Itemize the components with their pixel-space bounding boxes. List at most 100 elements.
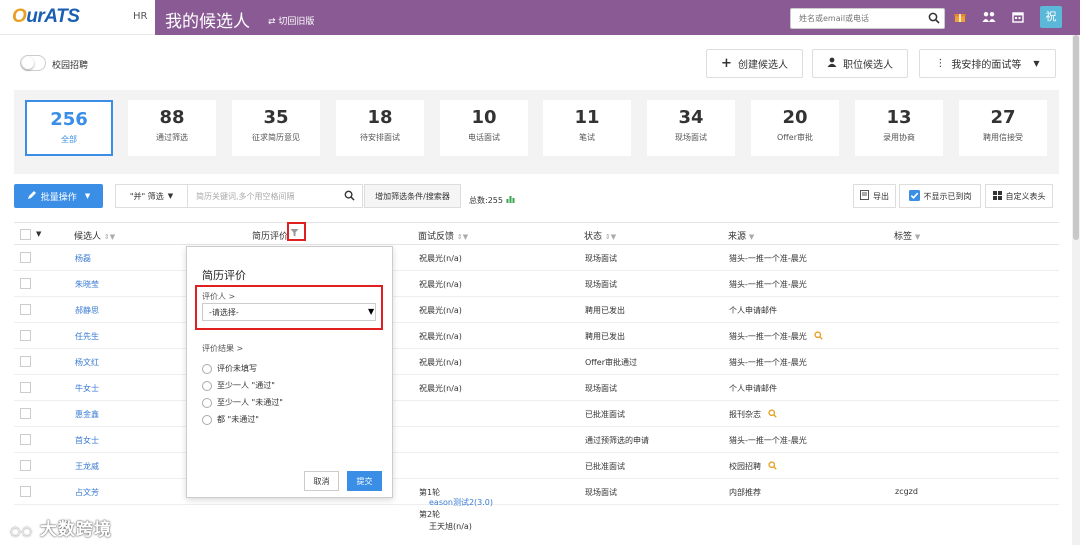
row-checkbox[interactable] [20, 408, 31, 419]
hide-onboard-checkbox[interactable]: 不显示已到岗 [899, 184, 981, 208]
row-checkbox[interactable] [20, 356, 31, 367]
sort-filter-icon[interactable]: ⇕▼ [605, 233, 616, 241]
search-icon[interactable] [344, 190, 355, 204]
row-checkbox[interactable] [20, 278, 31, 289]
scrollbar-thumb[interactable] [1073, 35, 1079, 240]
col-resume-review[interactable]: 简历评价 [252, 229, 288, 242]
col-tags[interactable]: 标签 ▼ [894, 229, 920, 242]
sort-filter-icon[interactable]: ⇕▼ [104, 233, 115, 241]
add-filter-button[interactable]: 增加筛选条件/搜索器 [364, 184, 461, 208]
result-option-radio[interactable]: 至少一人 "未通过" [202, 397, 283, 408]
group-icon[interactable] [982, 11, 996, 26]
status-text: Offer审批通过 [585, 358, 638, 367]
calendar-icon[interactable] [1012, 11, 1024, 26]
col-candidate[interactable]: 候选人 ⇕▼ [74, 229, 115, 242]
result-option-label: 都 "未通过" [217, 415, 259, 424]
export-button[interactable]: 导出 [853, 184, 896, 208]
row-checkbox[interactable] [20, 382, 31, 393]
job-candidates-label: 职位候选人 [843, 60, 893, 71]
stat-card[interactable]: 27 聘用信接受 [959, 100, 1047, 156]
create-candidate-button[interactable]: + 创建候选人 [706, 49, 803, 78]
candidate-name-link[interactable]: 牛女士 [75, 383, 99, 394]
candidate-name-link[interactable]: 王龙威 [75, 461, 99, 472]
highlight-reviewer-box [195, 285, 383, 330]
page-scrollbar[interactable] [1072, 35, 1080, 545]
result-option-radio[interactable]: 至少一人 "通过" [202, 380, 275, 391]
row-checkbox[interactable] [20, 330, 31, 341]
job-candidates-button[interactable]: 职位候选人 [812, 49, 908, 78]
row-checkbox[interactable] [20, 252, 31, 263]
result-option-radio[interactable]: 都 "未通过" [202, 414, 259, 425]
col-interview-feedback-label: 面试反馈 [418, 232, 455, 242]
stat-card[interactable]: 20 Offer审批 [751, 100, 839, 156]
my-interviews-dropdown[interactable]: ⋮ 我安排的面试等 ▼ [919, 49, 1056, 78]
table-row[interactable]: 牛女士 祝晨光(n/a) 现场面试 个人申请邮件 [14, 375, 1059, 401]
row10-round2: 第2轮 [419, 510, 441, 519]
switch-old-version-link[interactable]: ⇄ 切回旧版 [268, 14, 314, 27]
col-interview-feedback[interactable]: 面试反馈 ⇕▼ [418, 229, 468, 242]
search-icon[interactable] [928, 12, 940, 27]
stat-label: 通过筛选 [156, 133, 188, 142]
stat-count: 27 [990, 107, 1016, 128]
candidate-name-link[interactable]: 任先生 [75, 331, 99, 342]
col-status[interactable]: 状态 ⇕▼ [584, 229, 616, 242]
stat-card[interactable]: 13 录用协商 [855, 100, 943, 156]
logo[interactable]: OurATS [12, 6, 80, 28]
popup-title: 简历评价 [202, 269, 246, 282]
candidate-name-link[interactable]: 郝静思 [75, 305, 99, 316]
custom-columns-button[interactable]: 自定义表头 [985, 184, 1053, 208]
bulk-actions-button[interactable]: 批量操作 ▼ [14, 184, 103, 208]
table-row[interactable]: 杨磊 祝晨光(n/a) 现场面试 猎头-一推一个准-晨光 [14, 245, 1059, 271]
row-checkbox[interactable] [20, 304, 31, 315]
campus-toggle[interactable] [20, 55, 46, 71]
table-row[interactable]: 惠金鑫 已批准面试 报刊杂志 [14, 401, 1059, 427]
stat-count: 10 [471, 107, 497, 128]
stat-card[interactable]: 35 征求简历意见 [232, 100, 320, 156]
col-candidate-label: 候选人 [74, 232, 102, 242]
caret-down-icon[interactable]: ▼ [36, 230, 41, 238]
table-row[interactable]: 任先生 祝晨光(n/a) 聘用已发出 猎头-一推一个准-晨光 [14, 323, 1059, 349]
row-checkbox[interactable] [20, 460, 31, 471]
stat-card[interactable]: 34 现场面试 [647, 100, 735, 156]
gift-icon[interactable] [954, 11, 966, 26]
search-icon[interactable] [768, 409, 777, 421]
keyword-search-input[interactable]: 简历关键词,多个用空格间隔 [196, 191, 295, 202]
candidate-name-link[interactable]: 首女士 [75, 435, 99, 446]
candidate-name-link[interactable]: 朱晓莹 [75, 279, 99, 290]
candidate-name-link[interactable]: 占文芳 [75, 487, 99, 498]
filter-mode-select[interactable]: "并" 筛选 ▼ [116, 185, 188, 207]
stat-card[interactable]: 88 通过筛选 [128, 100, 216, 156]
cancel-button[interactable]: 取消 [304, 471, 339, 491]
table-row[interactable]: 王龙威 已批准面试 校园招聘 [14, 453, 1059, 479]
table-row[interactable]: 首女士 通过预筛选的申请 猎头-一推一个准-晨光 [14, 427, 1059, 453]
candidate-name-link[interactable]: 杨文红 [75, 357, 99, 368]
hr-label: HR [133, 11, 148, 22]
table-row[interactable]: 占文芳 第1轮 现场面试 内部推荐 zcgzd [14, 479, 1059, 505]
avatar[interactable]: 祝 [1040, 6, 1062, 28]
interview-feedback: 祝晨光(n/a) [419, 358, 462, 367]
stat-card[interactable]: 11 笔试 [543, 100, 631, 156]
submit-button[interactable]: 提交 [347, 471, 382, 491]
table-row[interactable]: 郝静思 祝晨光(n/a) 聘用已发出 个人申请邮件 [14, 297, 1059, 323]
candidate-name-link[interactable]: 惠金鑫 [75, 409, 99, 420]
row10-interview-detail[interactable]: eason测试2(3.0) [429, 497, 493, 508]
row-checkbox[interactable] [20, 486, 31, 497]
col-source-label: 来源 [728, 232, 747, 242]
global-search-input[interactable] [791, 9, 919, 28]
filter-icon[interactable]: ▼ [749, 233, 754, 241]
search-icon[interactable] [814, 331, 823, 343]
search-icon[interactable] [768, 461, 777, 473]
table-row[interactable]: 朱晓莹 祝晨光(n/a) 现场面试 猎头-一推一个准-晨光 [14, 271, 1059, 297]
row-checkbox[interactable] [20, 434, 31, 445]
source-text: 猎头-一推一个准-晨光 [729, 254, 807, 263]
sort-filter-icon[interactable]: ⇕▼ [457, 233, 468, 241]
stat-card[interactable]: 256 全部 [25, 100, 113, 156]
result-option-radio[interactable]: 评价未填写 [202, 363, 257, 374]
table-row[interactable]: 杨文红 祝晨光(n/a) Offer审批通过 猎头-一推一个准-晨光 [14, 349, 1059, 375]
select-all-checkbox[interactable] [20, 229, 31, 240]
col-source[interactable]: 来源 ▼ [728, 229, 754, 242]
filter-icon[interactable]: ▼ [915, 233, 920, 241]
stat-card[interactable]: 18 待安排面试 [336, 100, 424, 156]
stat-card[interactable]: 10 电话面试 [440, 100, 528, 156]
candidate-name-link[interactable]: 杨磊 [75, 253, 91, 264]
